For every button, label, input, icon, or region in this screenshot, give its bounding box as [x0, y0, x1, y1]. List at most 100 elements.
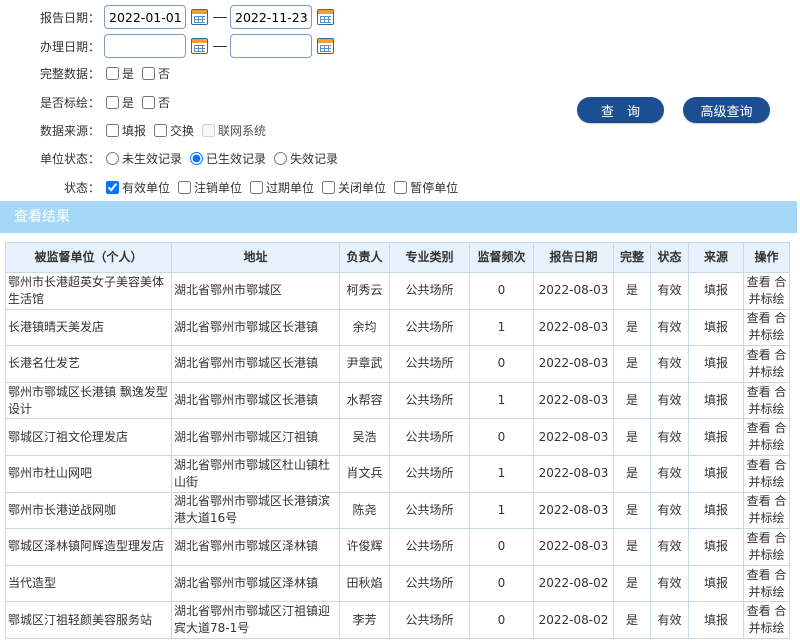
- view-link[interactable]: 查看: [747, 385, 771, 399]
- report-date-cell: 2022-08-03: [533, 272, 614, 310]
- mark-link[interactable]: 标绘: [761, 328, 785, 342]
- category-cell: 公共场所: [389, 528, 470, 566]
- state-cell: 有效: [650, 564, 689, 603]
- view-link[interactable]: 查看: [747, 458, 771, 472]
- person-cell: 吴浩: [339, 418, 390, 456]
- results-table: 被监督单位（个人） 地址 负责人 专业类别 监督频次 报告日期 完整 状态 来源 操作 鄂州市长港…: [5, 242, 790, 639]
- complete-data-yes-option[interactable]: 是: [104, 65, 134, 82]
- unit-status-pending-option[interactable]: 未生效记录: [104, 150, 182, 167]
- data-source-exchange-option[interactable]: 交换: [152, 122, 194, 139]
- unit-name-cell: 鄂州市长港逆战网咖: [5, 491, 172, 530]
- table-body: 鄂州市长港超英女子美容美体生活馆 湖北省鄂州市鄂城区 柯秀云 公共场所 0 2022-08…: [5, 272, 790, 639]
- complete-data-yes-checkbox[interactable]: [106, 66, 119, 80]
- status-closed-checkbox[interactable]: [322, 180, 336, 194]
- table-row: 长港名仕发艺 湖北省鄂州市鄂城区长港镇 尹章武 公共场所 0 2022-08-03 是有效填…: [5, 345, 790, 383]
- calendar-icon[interactable]: [317, 9, 334, 25]
- mark-link[interactable]: 标绘: [761, 292, 785, 306]
- status-cancelled-option[interactable]: 注销单位: [176, 179, 242, 196]
- mark-link[interactable]: 标绘: [761, 511, 785, 525]
- report-date-cell: 2022-08-03: [533, 308, 614, 347]
- mark-link[interactable]: 标绘: [761, 585, 785, 599]
- unit-status-pending-radio[interactable]: [106, 151, 119, 165]
- status-valid-checkbox[interactable]: [106, 180, 119, 194]
- operations-cell: 查看 合并标绘: [743, 418, 790, 456]
- column-header: 完整: [613, 242, 651, 273]
- frequency-cell: 1: [469, 381, 534, 420]
- view-link[interactable]: 查看: [747, 421, 771, 435]
- complete-data-no-option[interactable]: 否: [140, 65, 170, 82]
- view-link[interactable]: 查看: [747, 531, 771, 545]
- status-closed-option[interactable]: 关闭单位: [320, 179, 386, 196]
- view-link[interactable]: 查看: [747, 275, 771, 289]
- operations-cell: 查看 合并标绘: [743, 564, 790, 603]
- category-cell: 公共场所: [389, 454, 470, 493]
- person-cell: 柯秀云: [339, 272, 390, 310]
- calendar-icon[interactable]: [317, 38, 334, 54]
- calendar-icon[interactable]: [191, 9, 208, 25]
- handle-date-to-input[interactable]: [230, 34, 312, 58]
- source-cell: 填报: [688, 308, 744, 347]
- table-row: 鄂城区泽林镇阿辉造型理发店 湖北省鄂州市鄂城区泽林镇 许俊辉 公共场所 0 2022-08…: [5, 528, 790, 566]
- mark-link[interactable]: 标绘: [761, 548, 785, 562]
- unit-status-invalid-radio[interactable]: [274, 151, 288, 165]
- unit-status-active-option[interactable]: 已生效记录: [188, 150, 266, 167]
- person-cell: 许俊辉: [339, 528, 390, 566]
- is-marked-yes-checkbox[interactable]: [106, 95, 119, 109]
- address-cell: 湖北省鄂州市鄂城区汀祖镇: [171, 418, 340, 456]
- is-marked-no-option[interactable]: 否: [140, 94, 170, 111]
- option-label: 过期单位: [266, 180, 315, 195]
- state-cell: 有效: [650, 491, 689, 530]
- unit-name-cell: 鄂城区汀祖文伦理发店: [5, 418, 172, 456]
- source-cell: 填报: [688, 491, 744, 530]
- calendar-icon[interactable]: [191, 38, 208, 54]
- status-valid-option[interactable]: 有效单位: [104, 179, 170, 196]
- status-suspended-option[interactable]: 暂停单位: [392, 179, 458, 196]
- status-suspended-checkbox[interactable]: [394, 180, 408, 194]
- mark-link[interactable]: 标绘: [761, 438, 785, 452]
- data-source-exchange-checkbox[interactable]: [154, 123, 168, 137]
- operations-cell: 查看 合并标绘: [743, 308, 790, 347]
- data-source-row: 数据来源： 填报 交换 联网系统: [0, 117, 272, 143]
- status-cancelled-checkbox[interactable]: [178, 180, 192, 194]
- results-title: 查看结果: [0, 201, 797, 233]
- query-button[interactable]: 查 询: [577, 97, 664, 123]
- report-date-cell: 2022-08-03: [533, 418, 614, 456]
- view-link[interactable]: 查看: [747, 348, 771, 362]
- operations-cell: 查看 合并标绘: [743, 528, 790, 566]
- option-label: 未生效记录: [122, 151, 183, 166]
- mark-link[interactable]: 标绘: [761, 621, 785, 635]
- unit-status-invalid-option[interactable]: 失效记录: [272, 150, 338, 167]
- table-row: 鄂州市鄂城区长港镇 飘逸发型设计 湖北省鄂州市鄂城区长港镇 水帮容 公共场所 1 2022…: [5, 381, 790, 420]
- data-source-fill-checkbox[interactable]: [106, 123, 119, 137]
- state-cell: 有效: [650, 454, 689, 493]
- complete-cell: 是: [613, 418, 651, 456]
- view-link[interactable]: 查看: [747, 494, 771, 508]
- unit-status-active-radio[interactable]: [190, 151, 204, 165]
- complete-data-label: 完整数据：: [39, 66, 100, 81]
- table-row: 鄂州市杜山网吧 湖北省鄂州市鄂城区杜山镇杜山街 肖文兵 公共场所 1 2022-08-03…: [5, 454, 790, 493]
- is-marked-no-checkbox[interactable]: [142, 95, 156, 109]
- category-cell: 公共场所: [389, 381, 470, 420]
- mark-link[interactable]: 标绘: [761, 475, 785, 489]
- advanced-query-button[interactable]: 高级查询: [683, 97, 770, 123]
- option-label: 有效单位: [122, 180, 171, 195]
- frequency-cell: 1: [469, 308, 534, 347]
- view-link[interactable]: 查看: [747, 568, 771, 582]
- source-cell: 填报: [688, 272, 744, 310]
- unit-name-cell: 鄂城区汀祖轻颜美容服务站: [5, 601, 172, 639]
- report-date-from-input[interactable]: [104, 5, 186, 29]
- report-date-to-input[interactable]: [230, 5, 312, 29]
- frequency-cell: 0: [469, 601, 534, 639]
- view-link[interactable]: 查看: [747, 604, 771, 618]
- mark-link[interactable]: 标绘: [761, 365, 785, 379]
- status-expired-option[interactable]: 过期单位: [248, 179, 314, 196]
- complete-data-no-checkbox[interactable]: [142, 66, 156, 80]
- data-source-fill-option[interactable]: 填报: [104, 122, 146, 139]
- frequency-cell: 0: [469, 528, 534, 566]
- view-link[interactable]: 查看: [747, 311, 771, 325]
- address-cell: 湖北省鄂州市鄂城区: [171, 272, 340, 310]
- handle-date-from-input[interactable]: [104, 34, 186, 58]
- is-marked-yes-option[interactable]: 是: [104, 94, 134, 111]
- mark-link[interactable]: 标绘: [761, 402, 785, 416]
- status-expired-checkbox[interactable]: [250, 180, 264, 194]
